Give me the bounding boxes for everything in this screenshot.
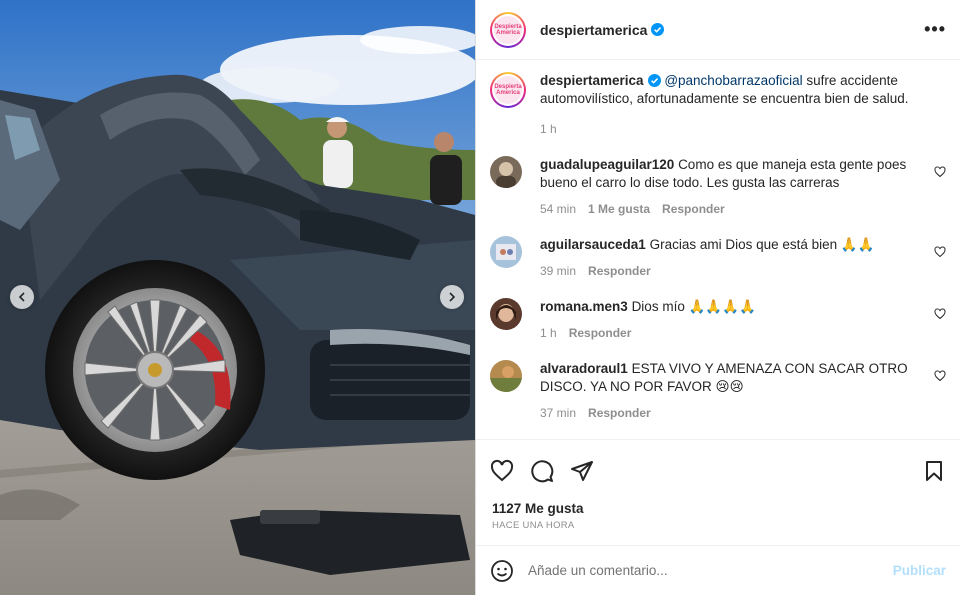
comment-text: Dios mío 🙏🙏🙏🙏 [631,299,756,314]
like-comment-heart-icon[interactable] [934,166,946,178]
likes-count[interactable]: 1127 Me gusta [492,501,944,516]
comment-username[interactable]: guadalupeaguilar120 [540,157,674,172]
emoji-icon[interactable] [490,559,514,583]
avatar-photo [496,304,516,322]
chevron-left-icon [18,292,25,302]
comment-likes[interactable]: 1 Me gusta [588,200,650,218]
likes-section: 1127 Me gusta HACE UNA HORA [476,501,960,531]
post-side-panel: Despierta America despiertamerica ••• De… [475,0,960,595]
commenter-avatar[interactable] [490,236,522,268]
chevron-right-icon [449,292,456,302]
avatar-photo [490,366,522,392]
post-media[interactable] [0,0,475,595]
reply-button[interactable]: Responder [588,404,651,422]
verified-badge-icon [651,23,665,36]
comment-item: aguilarsauceda1 Gracias ami Dios que est… [490,236,946,280]
reply-button[interactable]: Responder [662,200,725,218]
caption-text: despiertamerica @panchobarrazaoficial su… [540,72,922,108]
crashed-car-photo [0,0,475,595]
add-comment-bar: Publicar [476,545,960,595]
comment-text: Gracias ami Dios que está bien 🙏🙏 [649,237,875,252]
caption-author-avatar[interactable]: Despierta America [490,72,526,108]
publish-button[interactable]: Publicar [893,563,946,578]
reply-button[interactable]: Responder [569,324,632,342]
reply-button[interactable]: Responder [588,262,651,280]
comment-time: 37 min [540,406,577,420]
despierta-logo: Despierta America [494,15,522,44]
post-actions [476,439,960,501]
comment-username[interactable]: alvaradoraul1 [540,361,628,376]
save-bookmark-icon[interactable] [922,459,946,483]
caption-mention[interactable]: @panchobarrazaoficial [664,73,802,88]
like-heart-icon[interactable] [490,459,514,483]
comment-username[interactable]: aguilarsauceda1 [540,237,646,252]
caption-username[interactable]: despiertamerica [540,73,644,88]
commenter-avatar[interactable] [490,360,522,392]
comment-time: 54 min [540,202,577,216]
despierta-logo: Despierta America [494,76,522,104]
comment-item: romana.men3 Dios mío 🙏🙏🙏🙏 1 h Responder [490,298,946,342]
comment-time: 1 h [540,326,557,340]
comment-bubble-icon[interactable] [530,459,554,483]
post-timestamp: HACE UNA HORA [492,520,575,531]
comment-username[interactable]: romana.men3 [540,299,628,314]
commenter-avatar[interactable] [490,156,522,188]
like-comment-heart-icon[interactable] [934,308,946,320]
author-username[interactable]: despiertamerica [540,22,647,38]
comment-time: 39 min [540,264,577,278]
share-send-icon[interactable] [570,459,594,483]
avatar-photo [496,162,516,188]
post-caption: Despierta America despiertamerica @pancho… [490,72,946,138]
instagram-post-modal: Despierta America despiertamerica ••• De… [0,0,960,595]
add-comment-input[interactable] [528,563,893,578]
verified-badge-icon [647,74,661,87]
like-comment-heart-icon[interactable] [934,246,946,258]
post-header: Despierta America despiertamerica ••• [476,0,960,60]
comment-item: guadalupeaguilar120 Como es que maneja e… [490,156,946,218]
like-comment-heart-icon[interactable] [934,370,946,382]
author-avatar[interactable]: Despierta America [490,11,526,48]
previous-image-button[interactable] [10,285,34,309]
comments-list: Despierta America despiertamerica @pancho… [476,60,960,439]
comment-item: alvaradoraul1 ESTA VIVO Y AMENAZA CON SA… [490,360,946,422]
caption-time: 1 h [540,122,557,136]
commenter-avatar[interactable] [490,298,522,330]
more-options-icon[interactable]: ••• [924,19,946,40]
next-image-button[interactable] [440,285,464,309]
avatar-photo [496,244,516,260]
